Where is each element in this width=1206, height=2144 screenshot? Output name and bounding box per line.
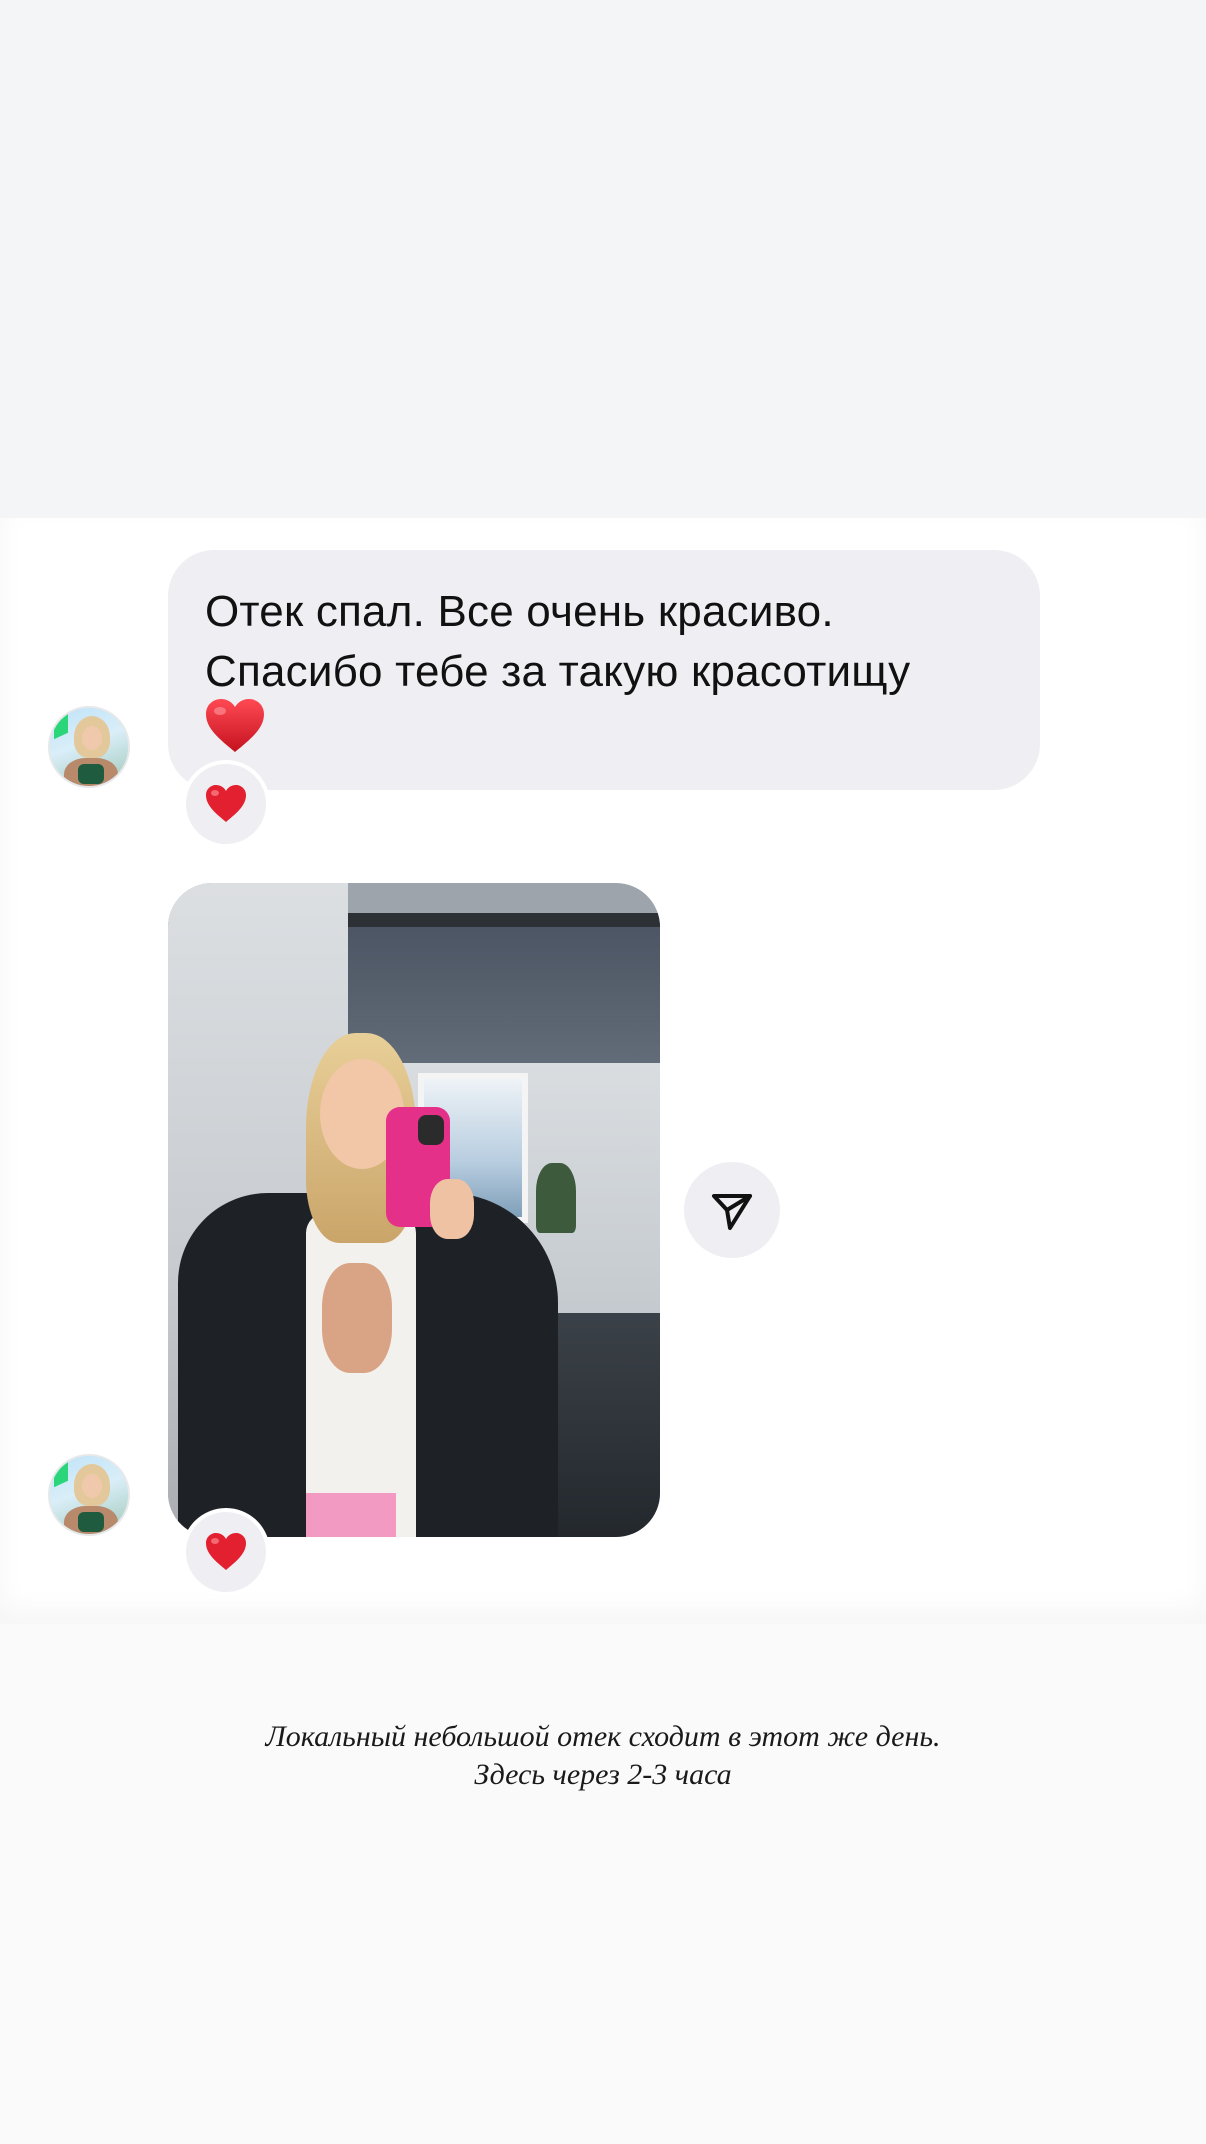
story-caption: Локальный небольшой отек сходит в этот ж… (0, 1718, 1206, 1794)
heart-emoji-icon (206, 699, 264, 752)
top-empty-area (0, 0, 1206, 518)
heart-reaction-icon (206, 785, 246, 822)
message-text: Отек спал. Все очень красиво. Спасибо те… (205, 587, 911, 696)
sender-avatar[interactable] (48, 1454, 130, 1536)
share-icon (712, 1194, 752, 1230)
sender-avatar[interactable] (48, 706, 130, 788)
caption-line-2: Здесь через 2-3 часа (474, 1758, 732, 1791)
heart-reaction[interactable] (182, 1508, 270, 1596)
photo-message[interactable] (168, 883, 660, 1537)
text-message-bubble[interactable]: Отек спал. Все очень красиво. Спасибо те… (168, 550, 1040, 790)
caption-line-1: Локальный небольшой отек сходит в этот ж… (265, 1720, 941, 1753)
heart-reaction[interactable] (182, 760, 270, 848)
share-button[interactable] (684, 1162, 780, 1258)
heart-reaction-icon (206, 1533, 246, 1570)
